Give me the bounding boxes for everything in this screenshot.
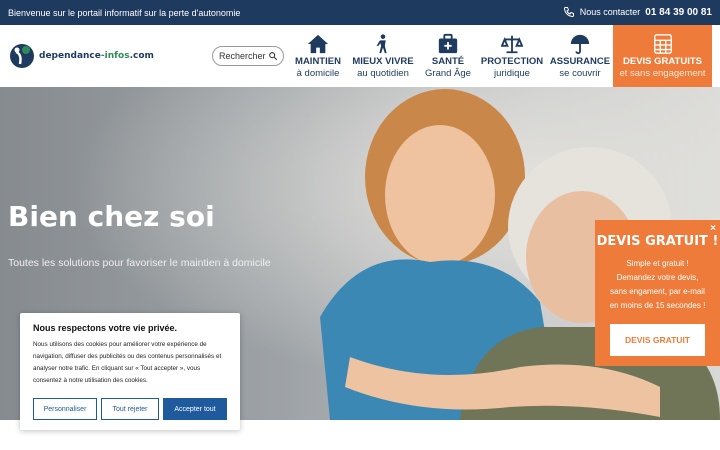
cookie-consent-dialog: Nous respectons votre vie privée. Nous u… — [20, 313, 240, 430]
scales-icon — [501, 35, 523, 53]
calculator-icon — [653, 33, 672, 54]
search-icon[interactable] — [268, 51, 278, 61]
accept-all-button[interactable]: Accepter tout — [163, 398, 227, 420]
search-placeholder: Rechercher — [219, 51, 266, 61]
customize-button[interactable]: Personnaliser — [33, 398, 97, 420]
hero-subtitle: Toutes les solutions pour favoriser le m… — [8, 257, 271, 269]
nav-mieux-vivre[interactable]: MIEUX VIVRE au quotidien — [352, 25, 414, 87]
nav-label-sub: se couvrir — [559, 67, 601, 79]
devis-popup: × DEVIS GRATUIT ! Simple et gratuit ! De… — [595, 220, 720, 366]
nav-devis-gratuits[interactable]: DEVIS GRATUITS et sans engagement — [613, 25, 712, 87]
cookie-buttons: Personnaliser Tout rejeter Accepter tout — [33, 398, 227, 420]
medical-kit-icon — [438, 33, 458, 53]
devis-popup-description: Simple et gratuit ! Demandez votre devis… — [609, 259, 706, 310]
welcome-text: Bienvenue sur le portail informatif sur … — [8, 8, 241, 18]
header: dependance-infos.com Rechercher MAINTIEN… — [0, 25, 720, 87]
cookie-body: Nous utilisons des cookies pour améliore… — [33, 341, 222, 384]
nav-sante[interactable]: SANTÉ Grand Âge — [422, 25, 474, 87]
nav-label-sub: à domicile — [296, 67, 340, 79]
close-icon[interactable]: × — [710, 223, 716, 234]
nav-label-sub: au quotidien — [357, 67, 409, 79]
phone-icon — [563, 7, 574, 18]
hero-title: Bien chez soi — [8, 200, 215, 233]
nav-label-main: DEVIS GRATUITS — [623, 55, 702, 67]
reject-all-button[interactable]: Tout rejeter — [101, 398, 159, 420]
nav-label-main: SANTÉ — [431, 55, 465, 67]
nav-label-main: MAINTIEN — [295, 55, 341, 67]
phone-number[interactable]: 01 84 39 00 81 — [645, 7, 712, 18]
devis-gratuit-button[interactable]: DEVIS GRATUIT — [610, 324, 705, 356]
nav-label-main: ASSURANCE — [549, 55, 611, 67]
umbrella-icon — [570, 34, 590, 54]
nav-protection[interactable]: PROTECTION juridique — [480, 25, 544, 87]
nav-label-sub: Grand Âge — [425, 67, 471, 79]
site-logo[interactable]: dependance-infos.com — [8, 42, 154, 70]
person-walking-icon — [376, 33, 387, 53]
nav-assurance[interactable]: ASSURANCE se couvrir — [550, 25, 610, 87]
top-bar: Bienvenue sur le portail informatif sur … — [0, 0, 720, 25]
cookie-title: Nous respectons votre vie privée. — [33, 323, 178, 333]
nav-label-main: PROTECTION — [480, 55, 544, 67]
contact-link[interactable]: Nous contacter 01 84 39 00 81 — [563, 6, 712, 18]
logo-icon — [10, 44, 34, 68]
house-icon — [307, 34, 329, 53]
contact-label: Nous contacter — [579, 7, 641, 17]
nav-label-sub: et sans engagement — [619, 67, 706, 79]
nav-maintien[interactable]: MAINTIEN à domicile — [292, 25, 344, 87]
logo-text: dependance-infos.com — [39, 51, 154, 61]
search-input[interactable]: Rechercher — [212, 46, 284, 66]
nav-label-main: MIEUX VIVRE — [352, 55, 414, 67]
devis-popup-title: DEVIS GRATUIT ! — [596, 234, 719, 249]
nav-label-sub: juridique — [494, 67, 530, 79]
